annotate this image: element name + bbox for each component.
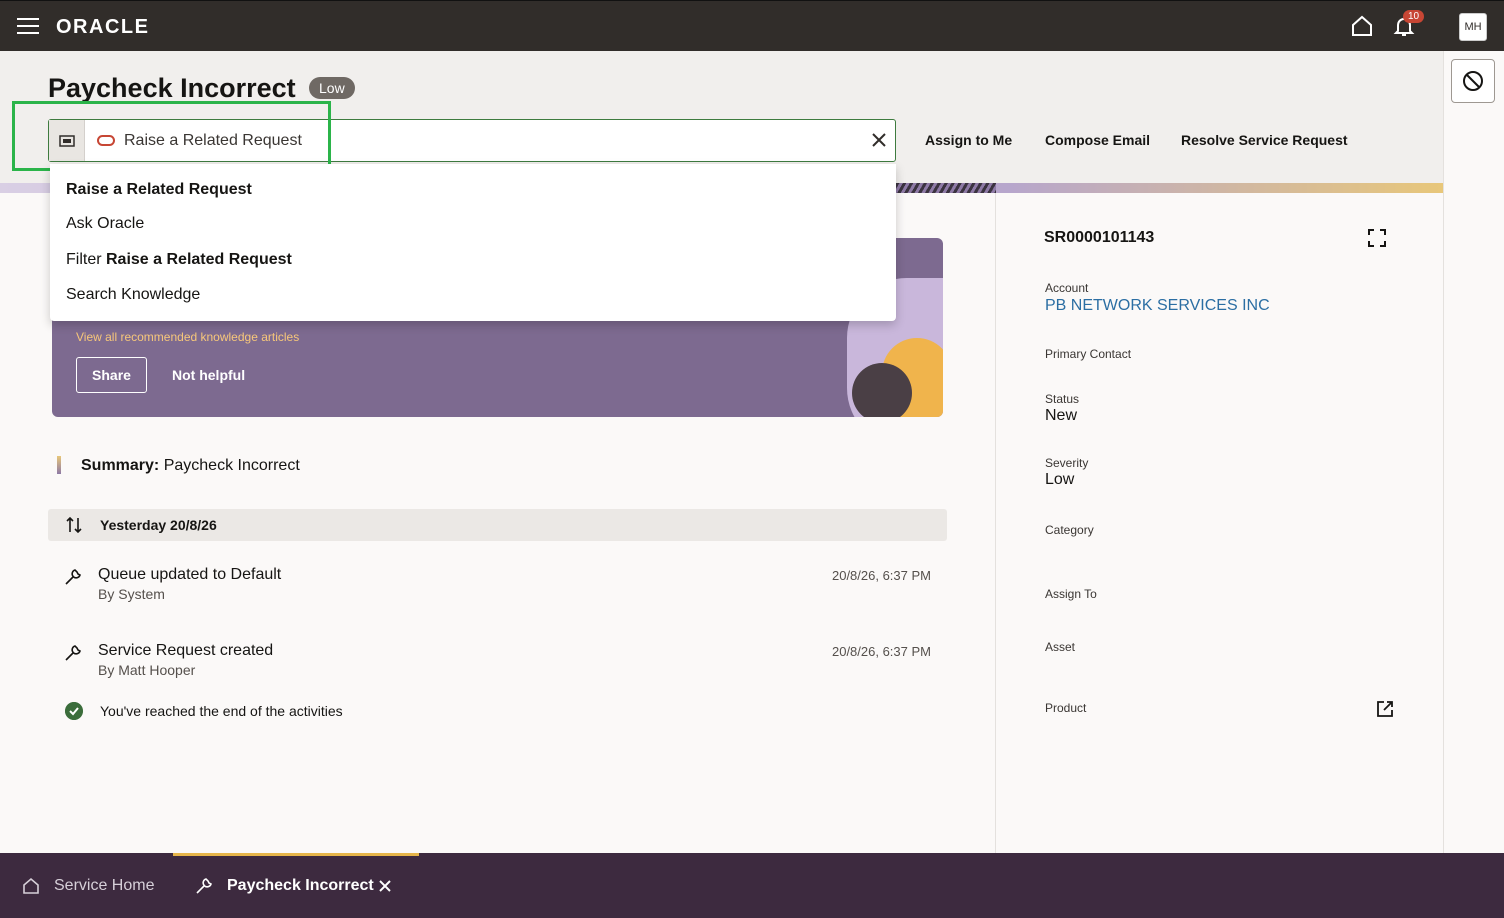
summary-value: Paycheck Incorrect <box>163 457 300 474</box>
summary: Summary: Paycheck Incorrect <box>81 457 300 475</box>
tab-paycheck-incorrect[interactable]: Paycheck Incorrect <box>227 877 374 895</box>
right-rail <box>1443 51 1504 853</box>
activity-day-header: Yesterday 20/8/26 <box>48 509 947 541</box>
wrench-icon <box>65 569 81 585</box>
block-icon <box>1463 71 1483 91</box>
search-suggestions-dropdown: Raise a Related Request Ask Oracle Filte… <box>50 164 896 321</box>
day-label: Yesterday 20/8/26 <box>100 517 217 533</box>
activity-title: Queue updated to Default <box>98 566 282 583</box>
block-button[interactable] <box>1451 59 1495 103</box>
card-decoration <box>852 363 912 417</box>
suggestion-ask-oracle[interactable]: Ask Oracle <box>66 215 144 233</box>
severity-label: Severity <box>1045 456 1089 470</box>
activity-time: 20/8/26, 6:37 PM <box>831 568 931 583</box>
suggestion-filter-prefix: Filter <box>66 251 106 268</box>
user-avatar[interactable]: MH <box>1459 13 1487 41</box>
suggestion-filter[interactable]: Filter Raise a Related Request <box>66 251 292 269</box>
activity-item: Service Request created By Matt Hooper 2… <box>64 642 934 682</box>
wrench-icon <box>65 645 81 661</box>
activity-author: By Matt Hooper <box>98 662 196 678</box>
category-label: Category <box>1045 523 1094 537</box>
bottom-tab-bar <box>0 853 1504 918</box>
hamburger-menu-icon[interactable] <box>17 18 39 34</box>
tab-service-home[interactable]: Service Home <box>54 877 154 895</box>
active-tab-indicator <box>173 853 419 856</box>
assign-to-me-button[interactable]: Assign to Me <box>925 132 1012 148</box>
sort-icon[interactable] <box>65 516 83 534</box>
service-request-number: SR0000101143 <box>1044 229 1155 246</box>
suggestion-filter-term: Raise a Related Request <box>106 251 292 268</box>
open-external-icon[interactable] <box>1376 700 1394 718</box>
check-circle-icon <box>65 702 83 720</box>
summary-label: Summary: <box>81 457 160 474</box>
severity-badge: Low <box>309 77 355 99</box>
suggestion-raise-related-request[interactable]: Raise a Related Request <box>66 181 252 199</box>
status-label: Status <box>1045 392 1080 406</box>
activity-author: By System <box>98 586 165 602</box>
summary-accent-bar <box>57 456 61 474</box>
wrench-icon <box>196 878 212 894</box>
notification-count-badge: 10 <box>1403 10 1425 23</box>
top-bar: ORACLE 10 MH <box>0 0 1504 51</box>
highlight-box <box>12 101 331 171</box>
end-of-activities-text: You've reached the end of the activities <box>100 703 343 719</box>
decorative-stripe-pattern <box>896 183 996 193</box>
resolve-service-request-button[interactable]: Resolve Service Request <box>1181 132 1348 148</box>
expand-icon[interactable] <box>1368 229 1386 247</box>
account-label: Account <box>1045 281 1089 295</box>
not-helpful-button[interactable]: Not helpful <box>172 367 245 383</box>
home-icon[interactable] <box>1350 14 1374 38</box>
page-title: Paycheck Incorrect <box>48 73 296 103</box>
status-value: New <box>1045 407 1078 424</box>
share-button[interactable]: Share <box>76 357 147 393</box>
activity-title: Service Request created <box>98 642 274 659</box>
assign-to-label: Assign To <box>1045 587 1097 601</box>
account-link[interactable]: PB NETWORK SERVICES INC <box>1045 297 1270 315</box>
primary-contact-label: Primary Contact <box>1045 347 1132 361</box>
severity-value: Low <box>1045 471 1075 488</box>
activity-time: 20/8/26, 6:37 PM <box>831 644 931 659</box>
clear-search-icon[interactable] <box>869 130 889 150</box>
close-tab-icon[interactable] <box>378 879 392 893</box>
asset-label: Asset <box>1045 640 1076 654</box>
oracle-logo: ORACLE <box>56 16 150 38</box>
home-icon[interactable] <box>22 877 40 895</box>
view-all-articles-link[interactable]: View all recommended knowledge articles <box>76 330 299 344</box>
compose-email-button[interactable]: Compose Email <box>1045 132 1150 148</box>
product-label: Product <box>1045 701 1087 715</box>
activity-item: Queue updated to Default By System 20/8/… <box>64 566 934 606</box>
suggestion-search-knowledge[interactable]: Search Knowledge <box>66 286 200 304</box>
